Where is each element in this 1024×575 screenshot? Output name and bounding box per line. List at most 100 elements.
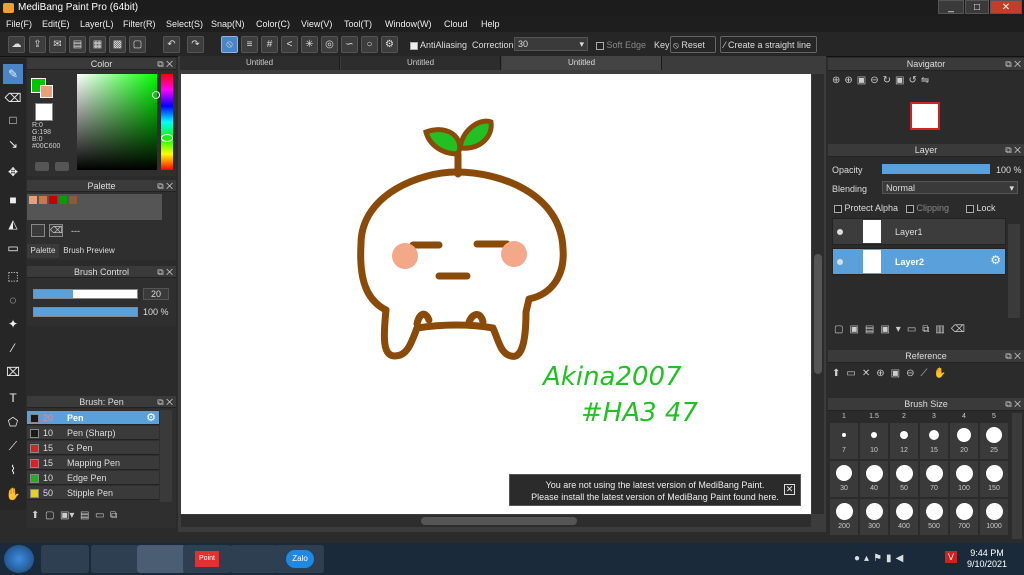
panel-close-icon[interactable]: ⧉ ✕	[1005, 58, 1021, 70]
zoom-out-icon[interactable]: ⊖	[870, 75, 882, 86]
brush-list-item[interactable]: 15 G Pen	[27, 441, 159, 455]
copy-layer-icon[interactable]: ▣	[849, 324, 864, 335]
brush-list-item[interactable]: 15 Mapping Pen	[27, 456, 159, 470]
brush-list-scrollbar[interactable]	[160, 410, 172, 502]
panel-close-icon[interactable]: ⧉ ✕	[1005, 398, 1021, 410]
panel-tool-icon[interactable]: ⬠	[3, 412, 23, 432]
brush-size-option[interactable]: 70	[920, 461, 948, 497]
trash-icon[interactable]: ⌫	[49, 224, 63, 237]
lasso-tool-icon[interactable]: ↘	[3, 134, 23, 154]
brush-size-option[interactable]: 7	[830, 423, 858, 459]
eraser-tool-icon[interactable]: ⌫	[3, 88, 23, 108]
sv-cursor[interactable]	[152, 91, 160, 99]
brush-size-option[interactable]: 150	[980, 461, 1008, 497]
brush-size-option[interactable]: 200	[830, 499, 858, 535]
horizontal-scrollbar[interactable]	[181, 515, 811, 527]
panel-close-icon[interactable]: ⧉ ✕	[157, 180, 173, 192]
folder-icon[interactable]: ▭	[907, 324, 922, 335]
panel-close-icon[interactable]: ⧉ ✕	[157, 266, 173, 278]
vertical-scroll-thumb[interactable]	[814, 254, 822, 374]
gradient-tool-icon[interactable]: ▭	[3, 238, 23, 258]
menu-select[interactable]: Select(S)	[166, 19, 203, 29]
snap-curve-icon[interactable]: ∽	[341, 36, 358, 53]
protect-alpha-checkbox[interactable]: Protect Alpha	[834, 203, 898, 213]
brush-size-option[interactable]: 12	[890, 423, 918, 459]
network-icon[interactable]: ▮	[886, 553, 896, 564]
saturation-value-picker[interactable]	[77, 74, 157, 170]
select-tool-icon[interactable]: ⬚	[3, 266, 23, 286]
menu-snap[interactable]: Snap(N)	[211, 19, 245, 29]
brush-size-option[interactable]: 100	[950, 461, 978, 497]
fill-rect-tool-icon[interactable]: ■	[3, 190, 23, 210]
rotate-left-icon[interactable]: ↺	[908, 75, 920, 86]
paint-app-icon[interactable]: Point	[183, 545, 231, 573]
palette-swatch[interactable]	[39, 196, 47, 204]
reference-picker-icon[interactable]: ⟋	[920, 368, 933, 379]
frame-icon[interactable]: ▢	[129, 36, 146, 53]
merge-icon[interactable]: ▥	[935, 324, 950, 335]
snap-off-icon[interactable]: ⦸	[221, 36, 238, 53]
rotate-icon[interactable]: ↻	[883, 75, 895, 86]
reference-close-icon[interactable]: ✕	[862, 368, 876, 379]
hue-cursor[interactable]	[161, 134, 173, 142]
tray-app-icon[interactable]: ●	[854, 553, 864, 564]
gear-icon[interactable]: ⚙	[146, 411, 156, 424]
flip-icon[interactable]: ⇋	[921, 75, 933, 86]
drawing-canvas[interactable]: Akina2007 #HA3 47	[181, 74, 811, 514]
bucket-tool-icon[interactable]: ◭	[3, 214, 23, 234]
brush-opacity-slider[interactable]	[33, 307, 138, 317]
eyedropper-icon[interactable]: ⟋	[3, 436, 23, 456]
menu-view[interactable]: View(V)	[301, 19, 332, 29]
color-swap-button[interactable]	[55, 162, 69, 171]
eye-icon[interactable]	[837, 259, 843, 265]
reference-zoom-in-icon[interactable]: ⊕	[876, 368, 890, 379]
menu-cloud[interactable]: Cloud	[444, 19, 468, 29]
transparent-swatch[interactable]	[35, 103, 53, 121]
reference-open-icon[interactable]: ▭	[846, 368, 861, 379]
cloud-icon[interactable]: ☁	[8, 36, 25, 53]
snap-angle-icon[interactable]: <	[281, 36, 298, 53]
tab-brush-preview[interactable]: Brush Preview	[61, 244, 117, 258]
tab-untitled-1[interactable]: Untitled	[180, 56, 340, 70]
antialiasing-checkbox[interactable]: AntiAliasing	[410, 40, 467, 50]
brush-list-item[interactable]: 20 Pen ⚙	[27, 411, 159, 425]
document-icon[interactable]: ▦	[89, 36, 106, 53]
redo-icon[interactable]: ↷	[187, 36, 204, 53]
panel-close-icon[interactable]: ⧉ ✕	[157, 58, 173, 70]
reference-fit-icon[interactable]: ▣	[891, 368, 906, 379]
zoom-in-icon[interactable]: ⊕	[844, 75, 856, 86]
layer-row-layer2[interactable]: Layer2 ⚙	[832, 248, 1006, 275]
lock-checkbox[interactable]: Lock	[966, 203, 996, 213]
brush-size-option[interactable]: 700	[950, 499, 978, 535]
flag-icon[interactable]: ⚑	[873, 553, 886, 564]
app-icon[interactable]	[230, 545, 278, 573]
brush-size-option[interactable]: 10	[860, 423, 888, 459]
chrome-icon[interactable]	[137, 545, 185, 573]
clipboard-icon[interactable]: ▤	[69, 36, 86, 53]
update-notice[interactable]: You are not using the latest version of …	[509, 474, 801, 506]
brush-size-option[interactable]: 20	[950, 423, 978, 459]
palette-swatch[interactable]	[49, 196, 57, 204]
dot-tool-icon[interactable]: □	[3, 110, 23, 130]
select-eraser-icon[interactable]: ⌧	[3, 362, 23, 382]
upload-icon[interactable]: ⇪	[29, 36, 46, 53]
volume-icon[interactable]: ◀	[896, 553, 908, 564]
brush-size-option[interactable]: 500	[920, 499, 948, 535]
close-button[interactable]: ✕	[990, 0, 1022, 14]
brush-list-item[interactable]: 10 Pen (Sharp)	[27, 426, 159, 440]
hue-slider[interactable]	[161, 74, 173, 170]
layer-scrollbar[interactable]	[1008, 224, 1020, 318]
palette-swatch[interactable]	[59, 196, 67, 204]
snap-circle-icon[interactable]: ◎	[321, 36, 338, 53]
brush-duplicate-icon[interactable]: ⧉	[110, 510, 117, 521]
select-pen-icon[interactable]: ⁄	[3, 338, 23, 358]
secondary-color-swatch[interactable]	[40, 85, 53, 98]
reset-view-icon[interactable]: ▣	[895, 75, 908, 86]
menu-layer[interactable]: Layer(L)	[80, 19, 114, 29]
brush-list-item[interactable]: 50 Stipple Pen	[27, 486, 159, 500]
move-tool-icon[interactable]: ✥	[3, 162, 23, 182]
brush-new-icon[interactable]: ▢	[45, 510, 54, 521]
clock[interactable]: 9:44 PM 9/10/2021	[962, 548, 1012, 570]
blending-select[interactable]: Normal ▾	[882, 181, 1018, 194]
horizontal-scroll-thumb[interactable]	[421, 517, 577, 525]
